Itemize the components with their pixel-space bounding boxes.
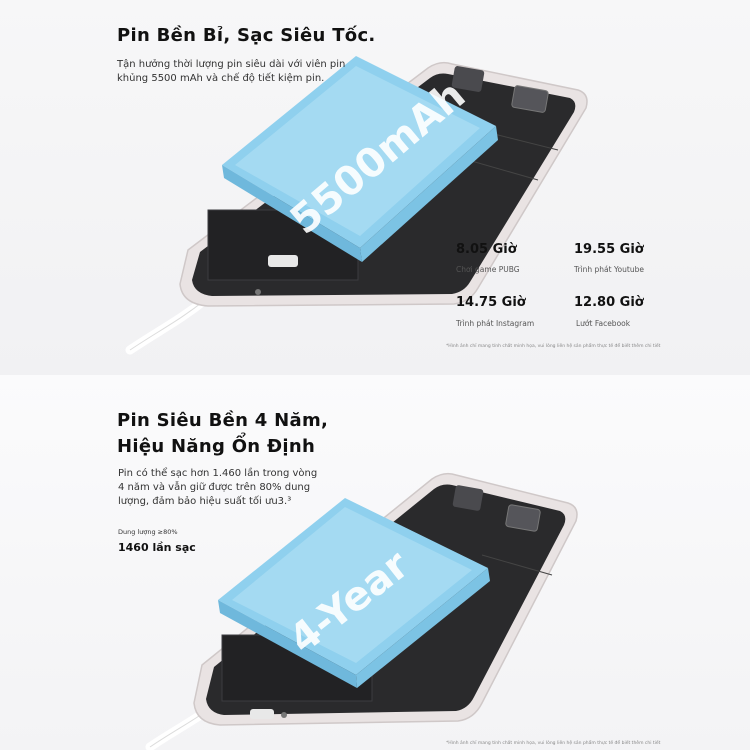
stat-pubg-value: 8.05 Giờ xyxy=(456,242,517,257)
stat-facebook-value: 12.80 Giờ xyxy=(574,295,644,310)
section2-title: Pin Siêu Bền 4 Năm, Hiệu Năng Ổn Định xyxy=(117,410,329,457)
stat-pubg-label: Chơi game PUBG xyxy=(456,265,520,274)
capacity-label: Dung lượng ≥80% xyxy=(118,528,178,536)
section1-footnote: *Hình ảnh chỉ mang tính chất minh họa, v… xyxy=(446,344,661,349)
section1-title: Pin Bền Bỉ, Sạc Siêu Tốc. xyxy=(117,25,376,46)
section2-footnote: *Hình ảnh chỉ mang tính chất minh họa, v… xyxy=(446,741,661,746)
battery-longevity-section: 4-Year Pin Siêu Bền 4 Năm, Hiệu Năng Ổn … xyxy=(0,375,750,750)
stat-youtube-value: 19.55 Giờ xyxy=(574,242,644,257)
section2-description: Pin có thể sạc hơn 1.460 lần trong vòng … xyxy=(118,468,318,507)
stat-facebook-label: Lướt Facebook xyxy=(576,319,631,328)
stat-instagram-label: Trình phát Instagram xyxy=(456,319,535,328)
phone-illustration-2: 4-Year xyxy=(145,472,578,750)
charge-cycles-value: 1460 lần sạc xyxy=(118,541,196,554)
stat-youtube-label: Trình phát Youtube xyxy=(574,265,644,274)
section1-description: Tận hưởng thời lượng pin siêu dài với vi… xyxy=(117,59,346,84)
stat-instagram-value: 14.75 Giờ xyxy=(456,295,526,310)
battery-endurance-section: 5500mAh Pin Bền Bỉ, Sạc Siêu Tốc. Tận hư… xyxy=(0,0,750,375)
phone-illustration-1: 5500mAh xyxy=(125,56,588,355)
